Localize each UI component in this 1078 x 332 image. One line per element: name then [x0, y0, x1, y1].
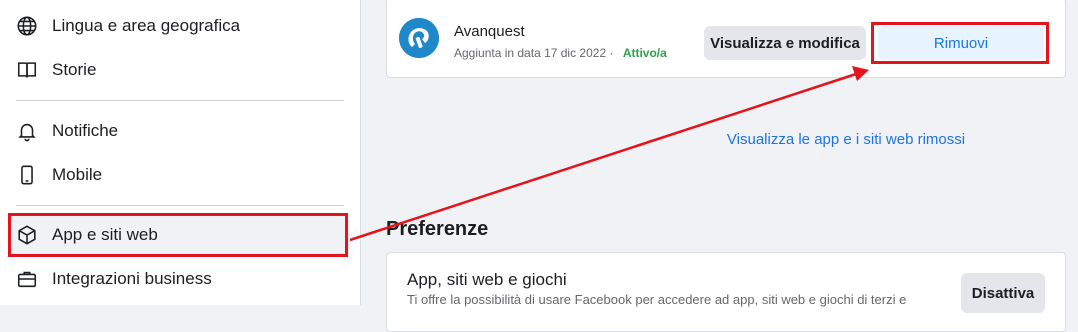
sidebar-item-label: Mobile — [52, 165, 103, 184]
briefcase-icon — [16, 268, 38, 290]
app-meta-separator: · — [609, 46, 614, 60]
remove-button[interactable]: Rimuovi — [878, 26, 1044, 60]
avanquest-logo — [399, 18, 439, 58]
app-status-badge: Attivo/a — [622, 46, 667, 60]
sidebar-item-notifications[interactable]: Notifiche — [8, 109, 350, 153]
cube-icon — [16, 224, 38, 246]
app-card: Avanquest Aggiunta in data 17 dic 2022 ·… — [386, 0, 1066, 78]
sidebar-item-apps-websites[interactable]: App e siti web — [8, 213, 350, 257]
sidebar-item-label: App e siti web — [52, 225, 158, 244]
phone-icon — [16, 164, 38, 186]
sidebar-item-label: Integrazioni business — [52, 269, 212, 288]
globe-icon — [16, 15, 38, 37]
sidebar-item-language[interactable]: Lingua e area geografica — [8, 4, 350, 48]
sidebar-divider — [16, 205, 344, 206]
sidebar-divider — [16, 100, 344, 101]
disable-button[interactable]: Disattiva — [961, 273, 1045, 313]
preferences-heading: Preferenze — [386, 218, 489, 240]
sidebar-item-label: Notifiche — [52, 121, 119, 140]
sidebar-item-business-integrations[interactable]: Integrazioni business — [8, 257, 350, 301]
main-content: Avanquest Aggiunta in data 17 dic 2022 ·… — [361, 0, 1078, 332]
view-removed-apps-link[interactable]: Visualizza le app e i siti web rimossi — [604, 131, 1078, 148]
sidebar-item-stories[interactable]: Storie — [8, 48, 350, 92]
preferences-card: App, siti web e giochi Ti offre la possi… — [386, 252, 1066, 332]
app-added-text: Aggiunta in data 17 dic 2022 — [454, 46, 607, 60]
sidebar-item-mobile[interactable]: Mobile — [8, 153, 350, 197]
view-edit-button[interactable]: Visualizza e modifica — [704, 26, 866, 60]
bell-icon — [16, 120, 38, 142]
sidebar-item-label: Storie — [52, 60, 97, 79]
pref-card-title: App, siti web e giochi — [407, 270, 567, 289]
app-added-date: Aggiunta in data 17 dic 2022 · Attivo/a — [454, 46, 667, 60]
settings-sidebar: Lingua e area geografica Storie Notifich… — [0, 0, 361, 305]
sidebar-item-label: Lingua e area geografica — [52, 16, 241, 35]
book-icon — [16, 59, 38, 81]
app-name: Avanquest — [454, 23, 525, 40]
